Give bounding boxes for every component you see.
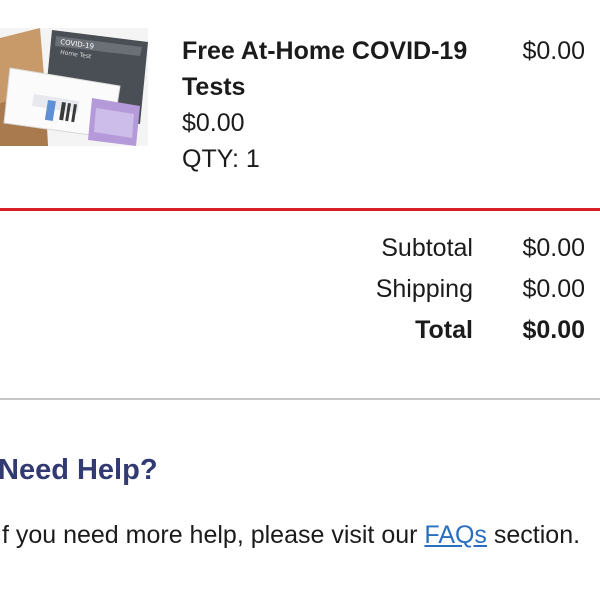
total-row: Total $0.00 xyxy=(376,310,585,351)
subtotal-row: Subtotal $0.00 xyxy=(376,228,585,269)
faqs-link[interactable]: FAQs xyxy=(424,521,487,549)
product-info: Free At-Home COVID-19 Tests $0.00 QTY: 1 xyxy=(182,33,482,177)
help-text-before: If you need more help, please visit our xyxy=(0,521,425,549)
product-image: COVID-19 Home Test xyxy=(0,28,148,146)
order-summary-page: COVID-19 Home Test Free At-Home COVID-19… xyxy=(0,0,600,600)
total-value: $0.00 xyxy=(522,316,585,344)
covid-test-kit-image-icon: COVID-19 Home Test xyxy=(0,28,148,146)
shipping-value: $0.00 xyxy=(522,275,585,303)
shipping-label: Shipping xyxy=(375,275,473,303)
product-price: $0.00 xyxy=(182,109,245,137)
subtotal-value: $0.00 xyxy=(522,234,585,262)
help-text: If you need more help, please visit our … xyxy=(0,516,595,554)
red-divider xyxy=(0,208,600,211)
help-text-after: section. xyxy=(486,521,581,549)
product-name[interactable]: Free At-Home COVID-19 Tests xyxy=(182,33,482,105)
section-divider xyxy=(0,398,600,400)
order-totals: Subtotal $0.00 Shipping $0.00 Total $0.0… xyxy=(376,228,585,351)
product-line-total: $0.00 xyxy=(522,37,585,65)
product-quantity: QTY: 1 xyxy=(182,145,260,173)
shipping-row: Shipping $0.00 xyxy=(376,269,585,310)
total-label: Total xyxy=(415,316,473,344)
subtotal-label: Subtotal xyxy=(381,234,473,262)
help-heading: Need Help? xyxy=(0,454,158,486)
